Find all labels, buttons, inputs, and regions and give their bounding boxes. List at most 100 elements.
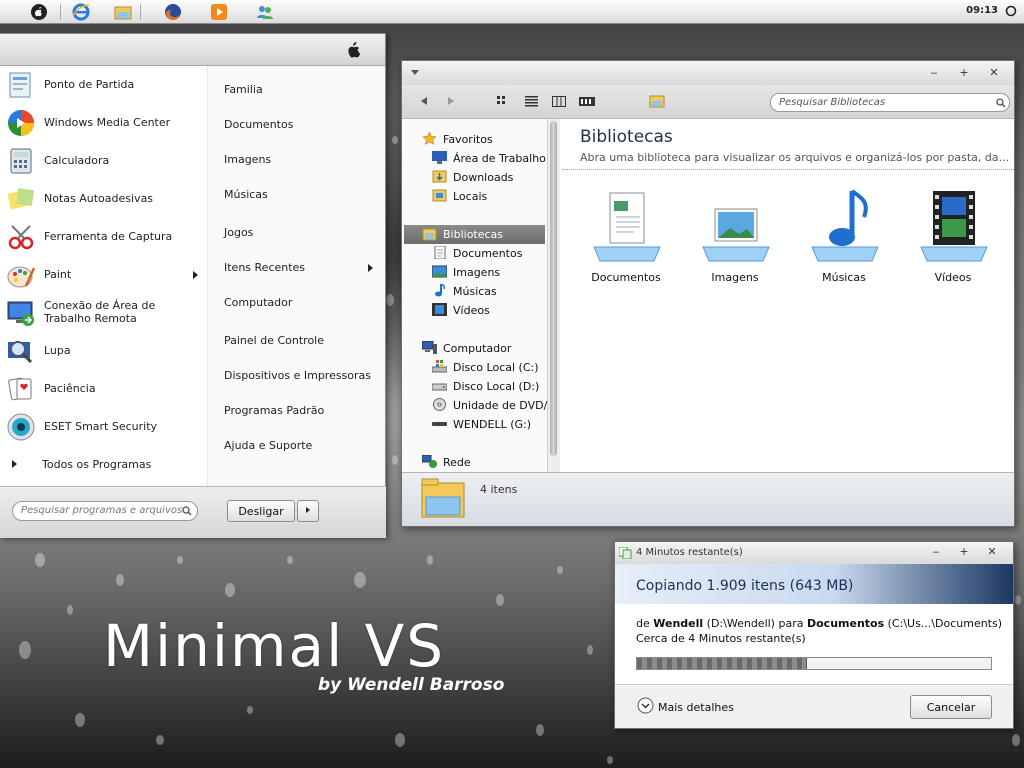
navigation-pane: Favoritos Área de Trabalho Downloads Loc… bbox=[402, 119, 548, 472]
program-item[interactable]: ESET Smart Security bbox=[4, 409, 204, 445]
program-item[interactable]: Ponto de Partida bbox=[4, 67, 204, 103]
start-search-input[interactable]: Pesquisar programas e arquivos bbox=[12, 501, 198, 521]
places-item-imagens[interactable]: Imagens bbox=[224, 153, 271, 166]
cancel-button[interactable]: Cancelar bbox=[910, 695, 992, 719]
apple-start-icon[interactable] bbox=[30, 3, 48, 21]
shutdown-button[interactable]: Desligar bbox=[227, 500, 295, 522]
maximize-button[interactable]: + bbox=[957, 545, 971, 558]
program-item[interactable]: Calculadora bbox=[4, 143, 204, 179]
scrollbar-thumb[interactable] bbox=[550, 121, 557, 456]
music-icon bbox=[435, 284, 445, 297]
source-path: (D:\Wendell) bbox=[706, 617, 775, 630]
nav-downloads[interactable]: Downloads bbox=[453, 171, 513, 184]
nav-computer[interactable]: Computador bbox=[443, 342, 511, 355]
chevron-right-icon bbox=[306, 507, 310, 513]
nav-favorites[interactable]: Favoritos bbox=[443, 133, 493, 146]
program-item[interactable]: Windows Media Center bbox=[4, 105, 204, 141]
minimize-button[interactable]: ‒ bbox=[927, 66, 941, 79]
places-item-documentos[interactable]: Documentos bbox=[224, 118, 293, 131]
submenu-arrow-icon[interactable] bbox=[193, 271, 198, 279]
nav-usb-drive[interactable]: WENDELL (G:) bbox=[453, 418, 531, 431]
spotlight-search-icon[interactable] bbox=[1005, 5, 1018, 18]
places-item-itens-recentes[interactable]: Itens Recentes bbox=[224, 261, 305, 274]
snipping-tool-icon bbox=[8, 225, 34, 250]
filmstrip-view-icon[interactable] bbox=[579, 96, 595, 107]
shutdown-options-button[interactable] bbox=[297, 500, 319, 522]
close-button[interactable]: ✕ bbox=[987, 66, 1001, 79]
program-item[interactable]: Paciência bbox=[4, 371, 204, 407]
item-count: 4 itens bbox=[480, 483, 518, 496]
library-label: Documentos bbox=[591, 271, 661, 284]
nav-desktop[interactable]: Área de Trabalho bbox=[453, 152, 546, 165]
places-item-painel-de-controle[interactable]: Painel de Controle bbox=[224, 334, 324, 347]
submenu-arrow-icon[interactable] bbox=[368, 264, 373, 272]
copy-dialog-titlebar[interactable]: 4 Minutos restante(s) ‒ + ✕ bbox=[615, 542, 1013, 564]
pictures-icon bbox=[432, 265, 447, 278]
nav-places[interactable]: Locais bbox=[453, 190, 487, 203]
remote-desktop-icon bbox=[7, 301, 34, 326]
taskbar: 09:13 bbox=[0, 0, 1024, 24]
program-item[interactable]: Ferramenta de Captura bbox=[4, 219, 204, 255]
program-item[interactable]: Conexão de Área de Trabalho Remota bbox=[4, 295, 204, 331]
nav-documents[interactable]: Documentos bbox=[453, 247, 522, 260]
program-label: Ponto de Partida bbox=[44, 78, 135, 91]
more-details-link[interactable]: Mais detalhes bbox=[658, 701, 734, 714]
internet-explorer-icon[interactable] bbox=[72, 3, 90, 21]
library-documents[interactable]: Documentos bbox=[578, 189, 674, 289]
forward-arrow-icon[interactable] bbox=[448, 97, 454, 105]
close-button[interactable]: ✕ bbox=[985, 545, 999, 558]
places-item-musicas[interactable]: Músicas bbox=[224, 188, 268, 201]
library-search-input[interactable]: Pesquisar Bibliotecas bbox=[770, 93, 1010, 112]
wallpaper-title: Minimal VS bbox=[103, 612, 446, 680]
program-item[interactable]: Paint bbox=[4, 257, 204, 293]
nav-network[interactable]: Rede bbox=[443, 456, 471, 469]
chevron-down-icon[interactable] bbox=[637, 697, 654, 714]
start-programs-list: Ponto de Partida Windows Media Center Ca… bbox=[0, 66, 207, 486]
all-programs-button[interactable]: Todos os Programas bbox=[4, 452, 204, 478]
users-icon[interactable] bbox=[256, 3, 274, 21]
program-label: Ferramenta de Captura bbox=[44, 230, 173, 243]
nav-drive-d[interactable]: Disco Local (D:) bbox=[453, 380, 539, 393]
window-menu-icon[interactable] bbox=[411, 70, 419, 75]
start-places-list: Familia Documentos Imagens Músicas Jogos… bbox=[207, 66, 385, 486]
firefox-icon[interactable] bbox=[164, 3, 182, 21]
time-remaining: Cerca de 4 Minutos restante(s) bbox=[636, 632, 806, 645]
places-item-computador[interactable]: Computador bbox=[224, 296, 292, 309]
columns-view-icon[interactable] bbox=[552, 96, 566, 107]
nav-music[interactable]: Músicas bbox=[453, 285, 497, 298]
program-item[interactable]: Notas Autoadesivas bbox=[4, 181, 204, 217]
library-pictures[interactable]: Imagens bbox=[687, 189, 783, 289]
from-prefix: de bbox=[636, 617, 650, 630]
places-item-jogos[interactable]: Jogos bbox=[224, 226, 253, 239]
places-item-familia[interactable]: Familia bbox=[224, 83, 263, 96]
explorer-titlebar[interactable]: ‒ + ✕ bbox=[402, 61, 1014, 85]
nav-dvd-drive[interactable]: Unidade de DVD/ bbox=[453, 399, 547, 412]
nav-scrollbar[interactable] bbox=[548, 119, 560, 472]
nav-drive-c[interactable]: Disco Local (C:) bbox=[453, 361, 539, 374]
nav-videos[interactable]: Vídeos bbox=[453, 304, 490, 317]
start-menu-footer: Pesquisar programas e arquivos Desligar bbox=[0, 486, 386, 538]
program-item[interactable]: Lupa bbox=[4, 333, 204, 369]
library-music[interactable]: Músicas bbox=[796, 189, 892, 289]
network-icon bbox=[422, 455, 437, 468]
copy-source-destination: de Wendell (D:\Wendell) para Documentos … bbox=[636, 617, 1002, 630]
places-item-dispositivos[interactable]: Dispositivos e Impressoras bbox=[224, 369, 371, 382]
explorer-folder-icon[interactable] bbox=[114, 3, 132, 21]
large-icons-view-icon[interactable] bbox=[497, 96, 510, 107]
clock[interactable]: 09:13 bbox=[966, 5, 998, 16]
places-item-ajuda[interactable]: Ajuda e Suporte bbox=[224, 439, 312, 452]
library-videos[interactable]: Vídeos bbox=[905, 189, 1001, 289]
places-item-programas-padrao[interactable]: Programas Padrão bbox=[224, 404, 324, 417]
nav-libraries[interactable]: Bibliotecas bbox=[443, 228, 503, 241]
program-label: Calculadora bbox=[44, 154, 110, 167]
nav-pictures[interactable]: Imagens bbox=[453, 266, 500, 279]
list-view-icon[interactable] bbox=[525, 96, 538, 107]
minimize-button[interactable]: ‒ bbox=[929, 545, 943, 558]
media-player-icon[interactable] bbox=[210, 3, 228, 21]
maximize-button[interactable]: + bbox=[957, 66, 971, 79]
back-arrow-icon[interactable] bbox=[421, 97, 427, 105]
pictures-library-icon bbox=[702, 208, 770, 262]
copy-header-band: Copiando 1.909 itens (643 MB) bbox=[615, 564, 1013, 604]
page-title: Bibliotecas bbox=[580, 127, 673, 147]
copy-progress-fill bbox=[637, 658, 807, 669]
